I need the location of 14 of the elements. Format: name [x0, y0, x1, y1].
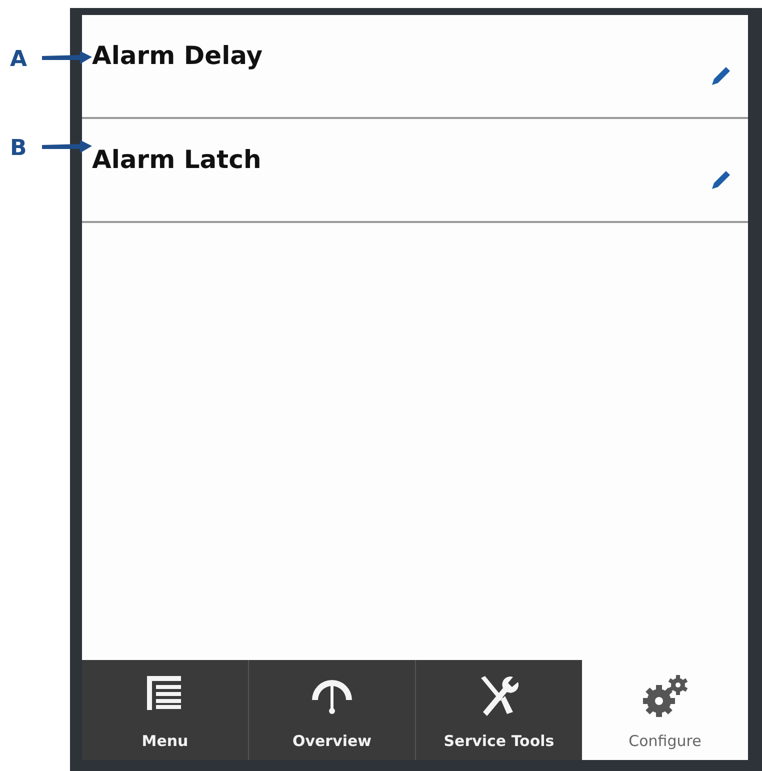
callout-arrow	[42, 51, 92, 65]
gears-icon	[641, 674, 689, 718]
pencil-icon[interactable]	[710, 169, 732, 191]
list-item[interactable]: Alarm Latch	[82, 119, 748, 223]
tab[interactable]: Menu	[82, 660, 248, 760]
list-item[interactable]: Alarm Delay	[82, 15, 748, 119]
callout-letter: B	[10, 136, 27, 161]
pencil-icon[interactable]	[710, 65, 732, 87]
tab[interactable]: Service Tools	[415, 660, 582, 760]
callout-letter: A	[10, 47, 28, 72]
item-label: Alarm Delay	[92, 41, 263, 70]
item-label: Alarm Latch	[92, 145, 262, 174]
callout-arrow	[42, 140, 92, 154]
tab[interactable]: Overview	[248, 660, 415, 760]
